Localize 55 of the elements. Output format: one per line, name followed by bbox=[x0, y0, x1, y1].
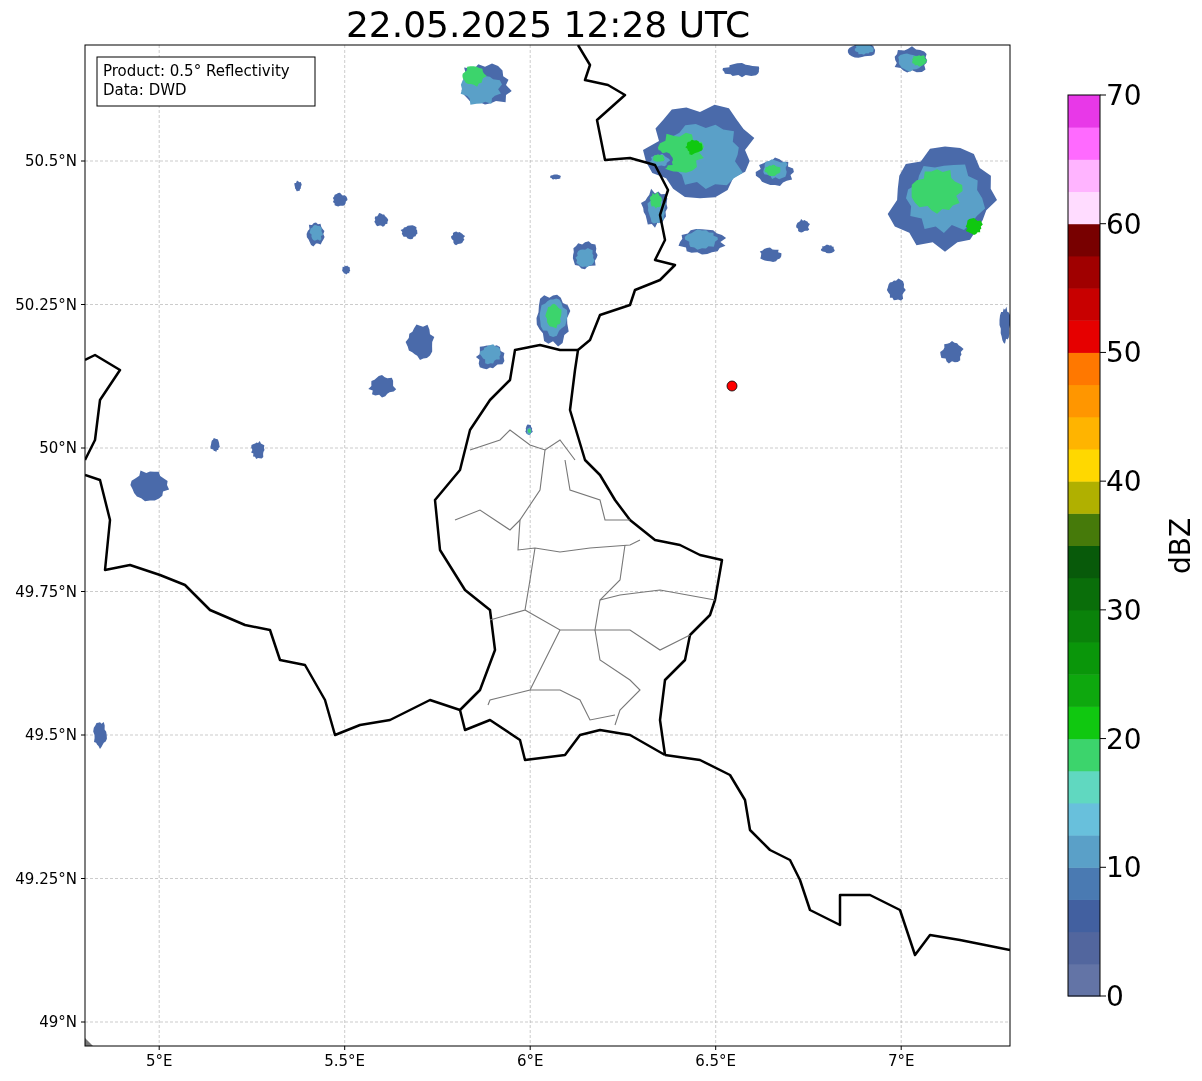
chart-title: 22.05.2025 12:28 UTC bbox=[345, 4, 751, 45]
info-text: Data: DWD bbox=[103, 81, 187, 99]
land-patch bbox=[85, 1038, 93, 1046]
radar-echo bbox=[678, 229, 727, 255]
radar-echo bbox=[332, 192, 348, 207]
colorbar-tick-label: 10 bbox=[1106, 851, 1142, 885]
radar-echo bbox=[847, 45, 876, 58]
radar-echo bbox=[572, 241, 598, 270]
radar-echo bbox=[251, 440, 265, 459]
colorbar-tick-label: 20 bbox=[1106, 722, 1142, 756]
axis-tick-label: 5°E bbox=[145, 1052, 173, 1070]
radar-echo bbox=[93, 722, 107, 749]
radar-echo bbox=[130, 470, 170, 502]
radar-echo bbox=[759, 247, 782, 262]
colorbar-tick-label: 60 bbox=[1106, 207, 1142, 241]
axis-tick-label: 49.25°N bbox=[15, 869, 77, 888]
info-text: Product: 0.5° Reflectivity bbox=[103, 62, 290, 80]
radar-echo bbox=[400, 225, 418, 240]
radar-echo bbox=[999, 306, 1010, 344]
radar-echo bbox=[451, 231, 466, 246]
radar-echo bbox=[886, 278, 906, 301]
radar-echo bbox=[536, 294, 571, 347]
axis-tick-label: 6°E bbox=[516, 1052, 544, 1070]
radar-echo bbox=[368, 375, 397, 398]
colorbar-label: dBZ bbox=[1164, 517, 1197, 575]
radar-echo bbox=[820, 244, 835, 254]
radar-site-marker bbox=[726, 380, 738, 392]
radar-echo bbox=[460, 63, 512, 105]
radar-echo bbox=[525, 424, 533, 436]
colorbar-tick-label: 40 bbox=[1106, 465, 1142, 499]
colorbar-tick-label: 0 bbox=[1106, 980, 1124, 1013]
axis-tick-label: 49°N bbox=[39, 1013, 77, 1031]
radar-echo bbox=[405, 324, 435, 360]
radar-echo bbox=[894, 46, 928, 73]
radar-echo bbox=[475, 344, 505, 370]
radar-echo bbox=[940, 340, 964, 364]
axis-tick-label: 49.75°N bbox=[15, 582, 77, 601]
radar-echo bbox=[550, 174, 561, 180]
axis-tick-label: 49.5°N bbox=[24, 726, 77, 744]
radar-echo bbox=[306, 222, 325, 247]
radar-echo bbox=[210, 438, 220, 452]
axis-tick-label: 6.5°E bbox=[695, 1052, 737, 1070]
axis-tick-label: 50.5°N bbox=[24, 152, 77, 170]
radar-echo bbox=[722, 63, 760, 78]
colorbar-tick-label: 30 bbox=[1106, 593, 1142, 627]
axis-tick-label: 50°N bbox=[39, 439, 77, 457]
axis-tick-label: 7°E bbox=[887, 1052, 915, 1070]
axis-tick-label: 5.5°E bbox=[324, 1052, 366, 1070]
colorbar-tick-label: 70 bbox=[1106, 79, 1142, 112]
radar-echo bbox=[796, 219, 810, 233]
radar-echo bbox=[342, 265, 351, 275]
axis-tick-label: 50.25°N bbox=[15, 295, 77, 314]
radar-echo bbox=[374, 212, 389, 227]
radar-echo bbox=[294, 180, 302, 192]
colorbar-tick-label: 50 bbox=[1106, 336, 1142, 370]
